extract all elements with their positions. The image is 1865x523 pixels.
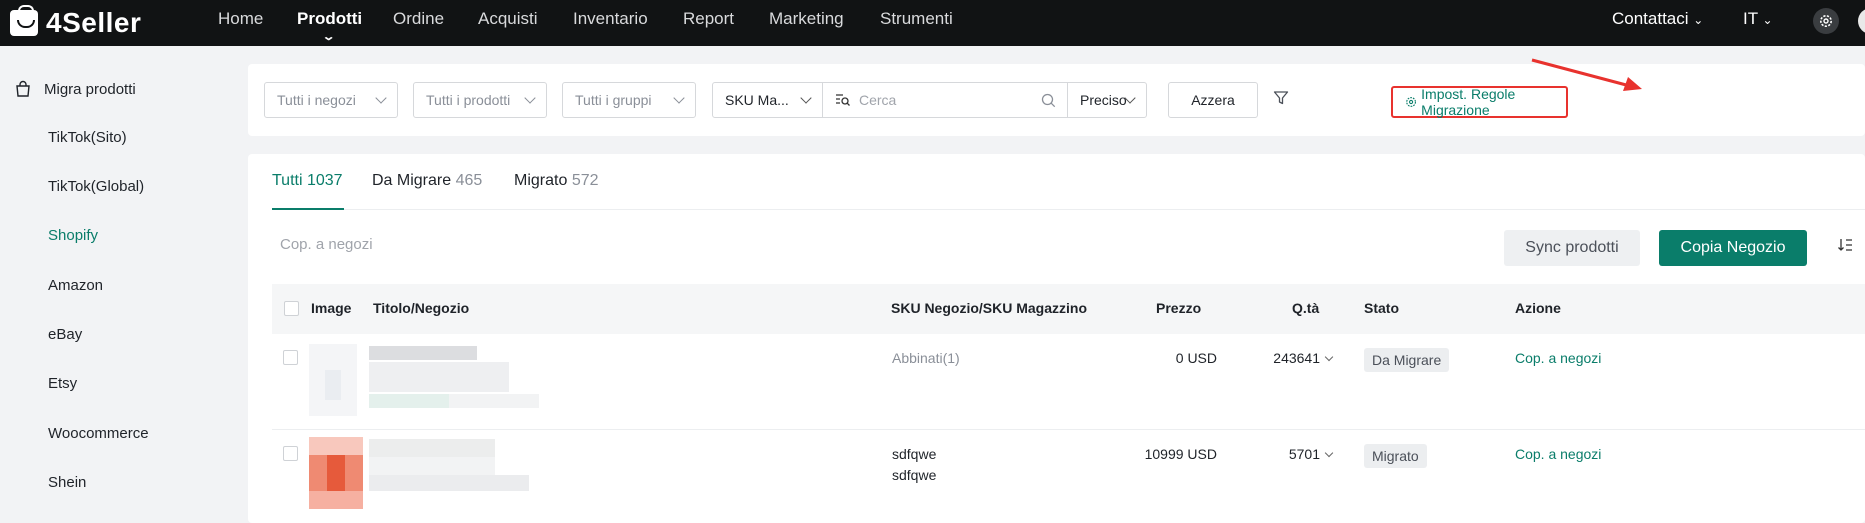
row-checkbox[interactable]	[283, 446, 298, 461]
chevron-down-icon	[1324, 352, 1334, 362]
shopping-bag-logo-icon	[10, 5, 38, 36]
chevron-down-icon	[1324, 448, 1334, 458]
qty-cell[interactable]: 5701	[1232, 446, 1334, 462]
group-filter-select[interactable]: Tutti i gruppi	[562, 82, 696, 118]
annotation-arrow	[1531, 58, 1642, 91]
row-copy-to-stores-link[interactable]: Cop. a negozi	[1515, 446, 1601, 462]
product-list-panel: Tutti 1037 Da Migrare 465 Migrato 572 Co…	[248, 154, 1865, 523]
copy-store-button[interactable]: Copia Negozio	[1659, 230, 1807, 266]
nav-home[interactable]: Home	[218, 9, 263, 29]
sidebar-item-etsy[interactable]: Etsy	[48, 375, 77, 392]
sku-type-select[interactable]: SKU Ma...	[712, 82, 823, 118]
sidebar-item-ebay[interactable]: eBay	[48, 326, 82, 343]
tabs-divider	[272, 209, 1865, 210]
sidebar-heading[interactable]: Migra prodotti	[14, 80, 136, 98]
column-header-status: Stato	[1364, 300, 1399, 316]
user-avatar[interactable]	[1858, 8, 1865, 34]
status-badge: Da Migrare	[1364, 348, 1450, 372]
nav-ordine[interactable]: Ordine	[393, 9, 444, 29]
gear-icon	[1406, 97, 1416, 107]
nav-inventario[interactable]: Inventario	[573, 9, 648, 29]
sidebar-item-shopify[interactable]: Shopify	[48, 227, 98, 244]
chevron-down-icon: ⌄	[1762, 13, 1773, 27]
sku-type-value: SKU Ma...	[725, 92, 789, 108]
table-row: sdfqwe sdfqwe 10999 USD 5701 Migrato Cop…	[272, 430, 1865, 523]
sidebar-item-tiktok-global[interactable]: TikTok(Global)	[48, 178, 144, 195]
warehouse-sku: sdfqwe	[892, 467, 937, 483]
copy-selected-to-stores[interactable]: Cop. a negozi	[280, 236, 373, 253]
chevron-down-icon: ⌄	[1693, 13, 1704, 27]
product-image	[309, 437, 363, 509]
chevron-down-icon	[524, 92, 536, 104]
search-icon[interactable]	[1041, 93, 1056, 108]
tab-migrated[interactable]: Migrato 572	[514, 172, 599, 190]
column-header-price: Prezzo	[1156, 300, 1202, 316]
sidebar-heading-label: Migra prodotti	[44, 80, 136, 98]
column-header-qty: Q.tà	[1292, 300, 1320, 316]
column-settings-icon[interactable]	[1837, 238, 1853, 252]
product-title-redacted	[369, 346, 539, 408]
qty-cell[interactable]: 243641	[1232, 350, 1334, 366]
tab-to-migrate[interactable]: Da Migrare 465	[372, 172, 482, 190]
store-sku: sdfqwe	[892, 446, 937, 462]
match-mode-value: Preciso	[1080, 92, 1127, 108]
bag-migrate-icon	[16, 80, 30, 97]
store-filter-select[interactable]: Tutti i negozi	[264, 82, 398, 118]
top-navigation-bar: 4Seller Home Prodotti ⌄ Ordine Acquisti I…	[0, 0, 1865, 46]
product-filter-select[interactable]: Tutti i prodotti	[413, 82, 547, 118]
tab-all[interactable]: Tutti 1037	[272, 172, 343, 190]
group-filter-value: Tutti i gruppi	[575, 92, 652, 108]
filter-funnel-icon[interactable]	[1273, 90, 1289, 106]
brand-name: 4Seller	[46, 7, 142, 38]
sync-products-button[interactable]: Sync prodotti	[1504, 230, 1640, 266]
active-tab-indicator	[272, 208, 344, 210]
column-header-title: Titolo/Negozio	[373, 300, 470, 316]
nav-strumenti[interactable]: Strumenti	[880, 9, 953, 29]
chevron-down-icon: ⌄	[321, 31, 336, 43]
contact-menu[interactable]: Contattaci ⌄	[1612, 9, 1703, 29]
settings-button[interactable]	[1813, 8, 1839, 34]
table-row: Abbinati(1) 0 USD 243641 Da Migrare Cop.…	[272, 334, 1865, 430]
brand-logo[interactable]: 4Seller	[10, 5, 142, 40]
multi-search-icon	[836, 94, 850, 106]
search-input[interactable]	[859, 92, 1029, 108]
reset-button[interactable]: Azzera	[1168, 82, 1258, 118]
sidebar: Migra prodotti TikTok(Sito) TikTok(Globa…	[0, 46, 236, 523]
row-copy-to-stores-link[interactable]: Cop. a negozi	[1515, 350, 1601, 366]
table-header: Image Titolo/Negozio SKU Negozio/SKU Mag…	[272, 284, 1865, 334]
sku-matched[interactable]: Abbinati(1)	[892, 350, 960, 366]
gear-icon	[1820, 15, 1832, 27]
store-filter-value: Tutti i negozi	[277, 92, 356, 108]
column-header-sku: SKU Negozio/SKU Magazzino	[891, 300, 1088, 316]
product-filter-value: Tutti i prodotti	[426, 92, 511, 108]
sidebar-item-woocommerce[interactable]: Woocommerce	[48, 425, 149, 442]
price-cell: 0 USD	[1175, 350, 1217, 366]
chevron-down-icon	[800, 92, 812, 104]
nav-marketing[interactable]: Marketing	[769, 9, 844, 29]
row-checkbox[interactable]	[283, 350, 298, 365]
search-box	[822, 82, 1068, 118]
column-header-action: Azione	[1515, 300, 1561, 316]
nav-acquisti[interactable]: Acquisti	[478, 9, 538, 29]
product-title-redacted	[369, 439, 529, 491]
price-cell: 10999 USD	[1144, 446, 1217, 462]
sidebar-item-tiktok-sito[interactable]: TikTok(Sito)	[48, 129, 127, 146]
product-image	[309, 344, 357, 416]
status-badge: Migrato	[1364, 444, 1427, 468]
language-menu[interactable]: IT ⌄	[1743, 9, 1773, 29]
select-all-checkbox[interactable]	[284, 301, 299, 316]
sidebar-item-amazon[interactable]: Amazon	[48, 277, 103, 294]
chevron-down-icon	[375, 92, 387, 104]
chevron-down-icon	[673, 92, 685, 104]
column-header-image: Image	[311, 300, 352, 316]
nav-report[interactable]: Report	[683, 9, 734, 29]
nav-prodotti[interactable]: Prodotti ⌄	[297, 9, 362, 43]
sidebar-item-shein[interactable]: Shein	[48, 474, 86, 491]
match-mode-select[interactable]: Preciso	[1067, 82, 1147, 118]
